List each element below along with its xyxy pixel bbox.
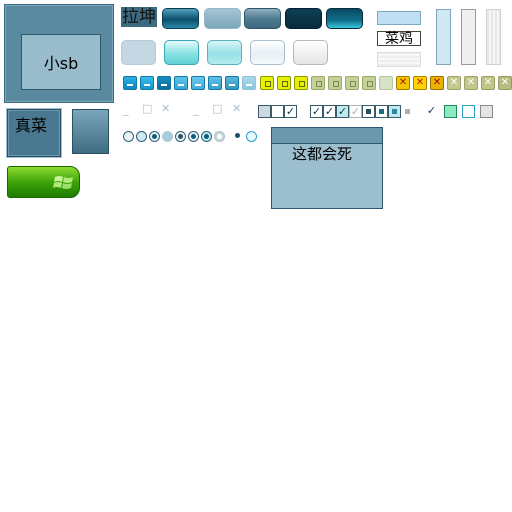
minimize-icon[interactable]: _ — [123, 104, 129, 116]
skin-button-teal[interactable] — [326, 8, 363, 29]
start-button[interactable] — [7, 166, 80, 198]
minimize-icon[interactable] — [191, 76, 205, 90]
edit-box-disabled — [377, 52, 421, 67]
checkbox[interactable] — [444, 105, 457, 118]
close-icon[interactable]: ✕ — [232, 103, 241, 115]
minimize-icon — [242, 76, 256, 90]
close-icon[interactable]: ✕ — [430, 76, 444, 90]
checkbox-indeterminate — [401, 105, 414, 118]
checkbox-checked[interactable]: ✓ — [323, 105, 336, 118]
close-icon[interactable]: ✕ — [161, 103, 170, 115]
close-icon[interactable]: ✕ — [498, 76, 512, 90]
minimize-icon[interactable] — [174, 76, 188, 90]
checkbox[interactable] — [462, 105, 475, 118]
maximize-icon[interactable] — [345, 76, 359, 90]
checkbox-indeterminate[interactable] — [362, 105, 375, 118]
checkbox[interactable] — [258, 105, 271, 118]
checkbox[interactable] — [271, 105, 284, 118]
close-icon[interactable]: ✕ — [413, 76, 427, 90]
checkbox-indeterminate[interactable] — [375, 105, 388, 118]
maximize-icon[interactable] — [260, 76, 274, 90]
radio-button-selected[interactable] — [201, 131, 212, 142]
checkbox-indeterminate[interactable] — [388, 105, 401, 118]
radio-button[interactable] — [246, 131, 257, 142]
maximize-icon[interactable] — [311, 76, 325, 90]
lakun-button[interactable]: 拉坤 — [121, 7, 157, 27]
maximize-icon[interactable] — [277, 76, 291, 90]
close-icon[interactable]: ✕ — [396, 76, 410, 90]
skin-button-aqua[interactable] — [164, 40, 199, 65]
edit-box-focused[interactable] — [377, 11, 421, 25]
radio-button[interactable] — [123, 131, 134, 142]
vertical-bar-blue[interactable] — [436, 9, 451, 65]
radio-button[interactable] — [136, 131, 147, 142]
skin-button-white[interactable] — [250, 40, 285, 65]
close-icon[interactable]: ✕ — [464, 76, 478, 90]
minimize-icon[interactable] — [157, 76, 171, 90]
edit-box-text[interactable]: 菜鸡 — [377, 31, 421, 46]
dialog-window: 这都会死 — [271, 127, 383, 209]
windows-logo-icon — [53, 176, 73, 189]
checkbox — [480, 105, 493, 118]
minimize-icon[interactable] — [208, 76, 222, 90]
minimize-icon[interactable] — [140, 76, 154, 90]
radio-button-selected[interactable] — [188, 131, 199, 142]
skin-button-grey[interactable] — [293, 40, 328, 65]
skin-button-light-blue[interactable] — [204, 8, 241, 29]
maximize-icon[interactable] — [362, 76, 376, 90]
close-icon[interactable]: ✕ — [481, 76, 495, 90]
checkbox-checked[interactable]: ✓ — [284, 105, 297, 118]
checkbox-checked[interactable]: ✓ — [310, 105, 323, 118]
maximize-icon — [379, 76, 393, 90]
checkbox-checked: ✓ — [349, 105, 362, 118]
radio-button-selected[interactable] — [149, 131, 160, 142]
check-icon: ✓ — [425, 104, 438, 118]
vertical-bar-grey[interactable] — [461, 9, 476, 65]
minimize-icon[interactable]: _ — [193, 104, 199, 116]
checkbox-checked[interactable]: ✓ — [336, 105, 349, 118]
gradient-panel — [72, 109, 109, 154]
minimize-icon[interactable] — [123, 76, 137, 90]
minimize-icon[interactable] — [225, 76, 239, 90]
skin-button-pale[interactable] — [121, 40, 156, 65]
dialog-titlebar[interactable] — [272, 128, 382, 144]
maximize-icon[interactable] — [294, 76, 308, 90]
radio-button-selected — [214, 131, 225, 142]
vertical-bar-disabled — [486, 9, 501, 65]
big-panel: 小sb — [4, 4, 114, 103]
skin-button-aqua-soft[interactable] — [207, 40, 242, 65]
maximize-icon[interactable]: □ — [142, 103, 152, 115]
radio-button — [162, 131, 173, 142]
radio-dot-icon — [233, 131, 244, 142]
maximize-icon[interactable]: □ — [212, 103, 222, 115]
skin-button-dark-blue[interactable] — [162, 8, 199, 29]
close-icon[interactable]: ✕ — [447, 76, 461, 90]
skin-button-steel[interactable] — [244, 8, 281, 29]
dialog-text: 这都会死 — [292, 145, 353, 163]
skin-button-navy[interactable] — [285, 8, 322, 29]
radio-button-selected[interactable] — [175, 131, 186, 142]
big-panel-label: 小sb — [21, 34, 101, 90]
maximize-icon[interactable] — [328, 76, 342, 90]
zhencai-panel: 真菜 — [7, 109, 61, 157]
